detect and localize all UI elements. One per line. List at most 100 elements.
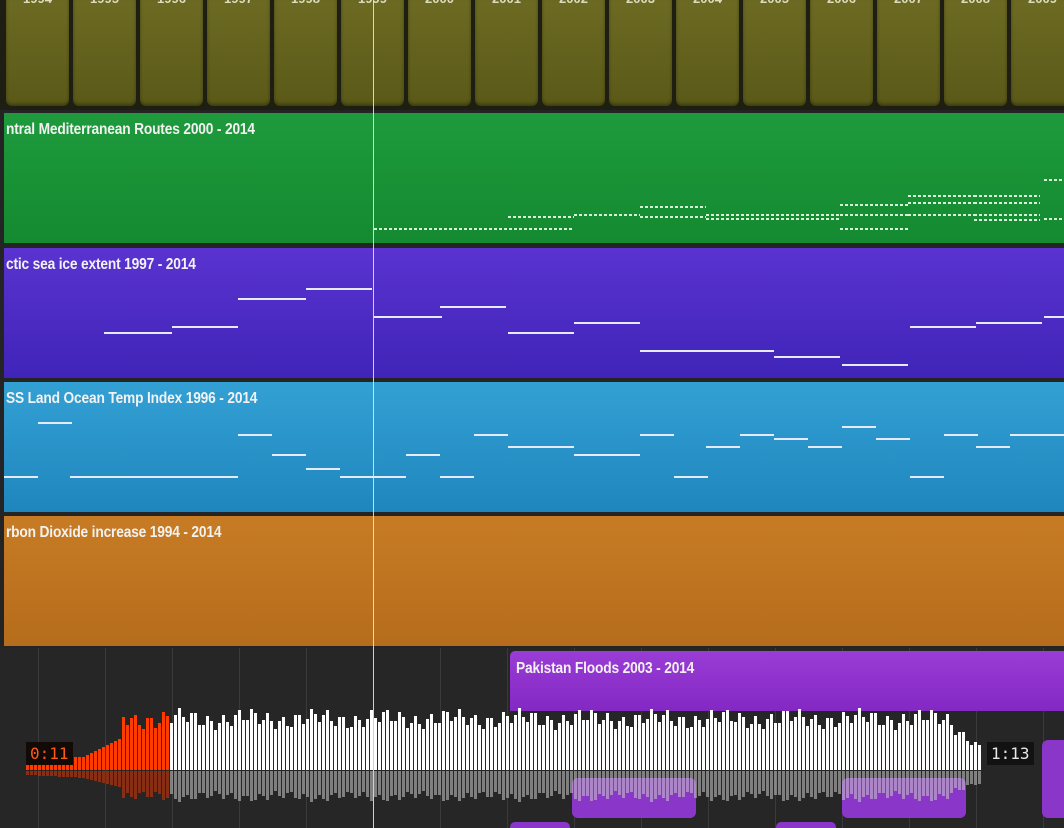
track-mediterranean-routes[interactable]: ntral Mediterranean Routes 2000 - 2014	[4, 113, 1064, 243]
waveform-bar	[402, 717, 405, 770]
waveform-reflection	[418, 771, 421, 795]
note-segment	[4, 476, 38, 478]
waveform-bar	[474, 714, 477, 770]
year-cell-1998[interactable]: 1998	[274, 0, 337, 106]
waveform-reflection	[718, 771, 721, 796]
waveform-reflection	[522, 771, 525, 798]
note-segment	[38, 422, 72, 424]
year-cell-2008[interactable]: 2008	[944, 0, 1007, 106]
year-cell-2007[interactable]: 2007	[877, 0, 940, 106]
waveform-bar	[826, 718, 829, 770]
waveform-reflection	[802, 771, 805, 798]
note-segment	[840, 228, 908, 230]
note-segment	[406, 454, 440, 456]
year-cell-1994[interactable]: 1994	[6, 0, 69, 106]
waveform-bar	[334, 725, 337, 770]
waveform-bar	[154, 727, 157, 770]
waveform-reflection	[294, 771, 297, 799]
waveform-bar	[434, 722, 437, 770]
waveform-reflection	[142, 771, 145, 792]
waveform-bar	[598, 723, 601, 770]
waveform-reflection	[70, 771, 73, 778]
waveform-bar	[194, 713, 197, 770]
waveform-reflection	[806, 771, 809, 794]
waveform-reflection	[758, 771, 761, 795]
waveform-reflection	[674, 771, 677, 793]
waveform-bar	[874, 713, 877, 770]
waveform-reflection	[938, 771, 941, 795]
waveform-bar	[854, 714, 857, 770]
year-cell-2009[interactable]: 2009	[1011, 0, 1064, 106]
waveform-bar	[326, 710, 329, 770]
waveform-bar	[886, 716, 889, 770]
waveform-bar	[942, 720, 945, 770]
waveform-bar	[418, 723, 421, 770]
waveform-bar	[978, 744, 981, 770]
waveform-reflection	[894, 771, 897, 792]
waveform-bar	[650, 708, 653, 770]
waveform-reflection	[394, 771, 397, 796]
waveform-reflection	[630, 771, 633, 793]
note-segment	[740, 434, 774, 436]
note-segment	[238, 434, 272, 436]
waveform-reflection	[670, 771, 673, 796]
waveform-scrubber[interactable]	[0, 700, 1064, 810]
waveform-reflection	[422, 771, 425, 792]
track-carbon-dioxide[interactable]: rbon Dioxide increase 1994 - 2014	[4, 516, 1064, 646]
waveform-reflection	[382, 771, 385, 801]
waveform-reflection	[262, 771, 265, 797]
year-cell-2004[interactable]: 2004	[676, 0, 739, 106]
waveform-bar	[210, 720, 213, 770]
track-sea-ice-extent[interactable]: ctic sea ice extent 1997 - 2014	[4, 248, 1064, 378]
waveform-bar	[582, 719, 585, 770]
waveform-bar	[526, 722, 529, 770]
year-cell-2006[interactable]: 2006	[810, 0, 873, 106]
year-cell-1995[interactable]: 1995	[73, 0, 136, 106]
waveform-reflection	[334, 771, 337, 794]
waveform-bar	[142, 728, 145, 770]
waveform-reflection	[498, 771, 501, 795]
waveform-bar	[902, 714, 905, 770]
waveform-bar	[666, 710, 669, 770]
note-segment	[172, 326, 238, 328]
waveform-bar	[78, 756, 81, 770]
note-segment	[944, 434, 978, 436]
waveform-reflection	[274, 771, 277, 792]
waveform-bar	[486, 718, 489, 770]
waveform-reflection	[558, 771, 561, 795]
waveform-reflection	[582, 771, 585, 797]
waveform-reflection	[878, 771, 881, 794]
note-segment	[508, 216, 574, 218]
waveform-bar	[318, 722, 321, 770]
waveform-bar	[770, 713, 773, 770]
year-cell-1997[interactable]: 1997	[207, 0, 270, 106]
waveform-bar	[594, 712, 597, 770]
waveform-bar	[374, 717, 377, 770]
waveform-bar	[862, 717, 865, 770]
waveform-bar	[406, 727, 409, 770]
year-cell-2000[interactable]: 2000	[408, 0, 471, 106]
note-segment	[374, 228, 574, 230]
flood-event-block[interactable]	[776, 822, 836, 828]
flood-event-block[interactable]	[510, 822, 570, 828]
year-cell-2002[interactable]: 2002	[542, 0, 605, 106]
waveform-bar	[298, 714, 301, 770]
waveform-reflection	[814, 771, 817, 799]
year-cell-1996[interactable]: 1996	[140, 0, 203, 106]
year-cell-2001[interactable]: 2001	[475, 0, 538, 106]
waveform-bar	[186, 722, 189, 770]
note-segment	[976, 322, 1042, 324]
waveform-reflection	[610, 771, 613, 796]
audio-player[interactable]: 0:11 1:13	[0, 700, 1064, 810]
waveform-reflection	[54, 771, 57, 777]
year-cell-2003[interactable]: 2003	[609, 0, 672, 106]
year-cell-2005[interactable]: 2005	[743, 0, 806, 106]
waveform-bar	[518, 708, 521, 770]
waveform-bar	[162, 712, 165, 770]
waveform-reflection	[658, 771, 661, 795]
waveform-bar	[858, 708, 861, 770]
waveform-reflection	[186, 771, 189, 795]
waveform-bar	[274, 729, 277, 770]
track-temp-index[interactable]: SS Land Ocean Temp Index 1996 - 2014	[4, 382, 1064, 512]
waveform-bar	[630, 727, 633, 770]
